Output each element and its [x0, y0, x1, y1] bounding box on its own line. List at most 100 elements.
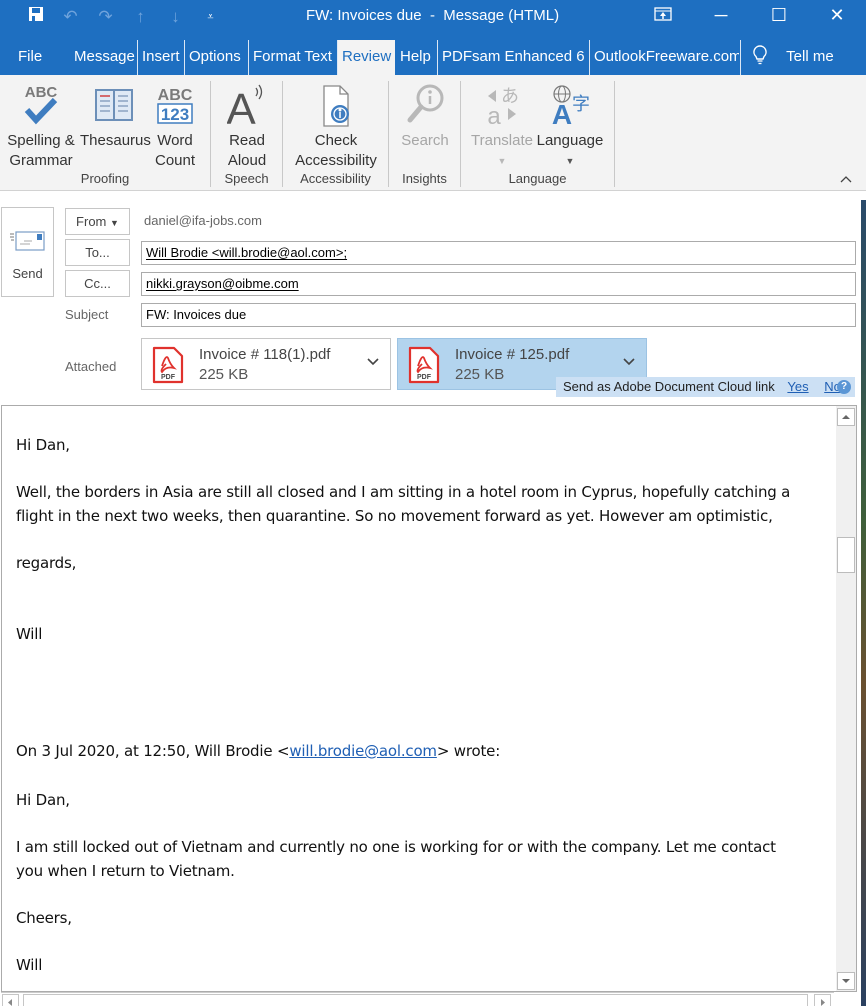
minimize-icon[interactable]: ─ — [692, 0, 750, 34]
redo-icon[interactable]: ↷ — [88, 6, 123, 28]
tab-pdfsam[interactable]: PDFsam Enhanced 6 C — [437, 40, 588, 75]
next-item-icon[interactable]: ↓ — [158, 6, 193, 28]
from-button[interactable]: From ▼ — [65, 208, 130, 235]
quote-header-prefix: On 3 Jul 2020, at 12:50, Will Brodie < — [16, 742, 290, 760]
quote-header-suffix: > wrote: — [436, 742, 501, 760]
tab-format-text[interactable]: Format Text — [248, 40, 336, 75]
from-label: From — [76, 214, 107, 229]
read-aloud-label-1: Read — [229, 132, 265, 149]
tab-help[interactable]: Help — [396, 40, 435, 75]
svg-text:あ: あ — [501, 86, 519, 107]
group-label-language: Language — [508, 171, 567, 186]
language-button[interactable]: A字 Language ▼ — [535, 79, 605, 171]
cc-button[interactable]: Cc... — [65, 270, 130, 297]
to-field[interactable]: Will Brodie <will.brodie@aol.com>; — [141, 241, 856, 265]
quote-header: On 3 Jul 2020, at 12:50, Will Brodie <wi… — [16, 742, 500, 760]
send-label: Send — [12, 266, 43, 281]
attachment-menu-chevron-icon[interactable] — [366, 357, 380, 367]
spelling-grammar-button[interactable]: ABC Spelling & Grammar — [4, 79, 78, 171]
read-aloud-button[interactable]: A Read Aloud — [220, 79, 274, 171]
ribbon-display-options-icon[interactable] — [634, 0, 692, 34]
attached-label: Attached — [65, 359, 117, 374]
cloud-yes-link[interactable]: Yes — [787, 379, 808, 394]
scroll-down-button[interactable] — [837, 972, 855, 990]
send-button[interactable]: Send — [1, 207, 54, 297]
to-button[interactable]: To... — [65, 239, 130, 266]
tab-outlookfreeware[interactable]: OutlookFreeware.com — [589, 40, 739, 75]
language-icon: A字 — [535, 79, 605, 131]
thesaurus-button[interactable]: Thesaurus — [80, 79, 151, 151]
body-line: Well, the borders in Asia are still all … — [16, 483, 791, 501]
body-line: you when I return to Vietnam. — [16, 862, 235, 880]
tab-review[interactable]: Review — [337, 40, 396, 75]
group-label-accessibility: Accessibility — [300, 171, 371, 186]
tab-separator — [740, 40, 741, 75]
spelling-label-1: Spelling & — [7, 132, 75, 149]
arrow-up-icon — [842, 415, 850, 419]
scroll-thumb[interactable] — [837, 537, 855, 573]
from-address: daniel@ifa-jobs.com — [144, 213, 262, 228]
body-line: Hi Dan, — [16, 436, 70, 454]
read-aloud-icon: A — [220, 79, 274, 131]
tab-file[interactable]: File — [14, 40, 46, 75]
group-divider — [614, 81, 615, 187]
search-button[interactable]: Search — [398, 79, 452, 151]
message-body[interactable]: Hi Dan, Well, the borders in Asia are st… — [1, 405, 857, 992]
cc-recipient[interactable]: nikki.grayson@oibme.com — [146, 276, 299, 291]
horizontal-scroll-thumb[interactable] — [23, 994, 808, 1006]
collapse-ribbon-icon[interactable] — [840, 173, 852, 185]
cc-field[interactable]: nikki.grayson@oibme.com — [141, 272, 856, 296]
tab-message[interactable]: Message — [70, 40, 139, 75]
previous-item-icon[interactable]: ↑ — [123, 6, 158, 28]
save-icon[interactable] — [18, 6, 53, 28]
send-envelope-icon — [10, 231, 45, 251]
to-recipient[interactable]: Will Brodie <will.brodie@aol.com>; — [146, 245, 347, 260]
translate-button[interactable]: あa Translate ▼ — [470, 79, 534, 171]
adobe-cloud-link-prompt: Send as Adobe Document Cloud link Yes No… — [556, 377, 855, 397]
cloud-prompt-text: Send as Adobe Document Cloud link — [563, 379, 775, 394]
quoted-email-link[interactable]: will.brodie@aol.com — [289, 742, 437, 760]
body-line: flight in the next two weeks, then quara… — [16, 507, 773, 525]
pdf-file-icon: PDF — [152, 346, 184, 384]
scroll-up-button[interactable] — [837, 408, 855, 426]
svg-text:a: a — [487, 103, 501, 128]
translate-label: Translate — [471, 132, 533, 149]
close-icon[interactable]: ✕ — [808, 0, 866, 34]
attachment-size: 225 KB — [455, 366, 505, 383]
translate-dropdown-icon: ▼ — [497, 156, 507, 166]
scroll-right-button[interactable] — [814, 994, 831, 1006]
thesaurus-label: Thesaurus — [80, 132, 151, 149]
word-count-icon: ABC 123 — [150, 79, 200, 131]
arrow-down-icon — [842, 979, 850, 983]
customize-toolbar-icon[interactable]: ⩡ — [193, 6, 228, 28]
arrow-right-icon — [821, 999, 825, 1006]
language-dropdown-icon: ▼ — [565, 156, 575, 166]
tab-options[interactable]: Options — [184, 40, 245, 75]
subject-field[interactable]: FW: Invoices due — [141, 303, 856, 327]
vertical-scrollbar[interactable] — [836, 406, 856, 991]
body-line: Hi Dan, — [16, 791, 70, 809]
attachment-item[interactable]: PDF Invoice # 118(1).pdf 225 KB — [141, 338, 391, 390]
tell-me-search[interactable]: Tell me — [752, 40, 834, 75]
translate-icon: あa — [470, 79, 534, 131]
body-line: Will — [16, 956, 43, 974]
search-label: Search — [401, 132, 449, 149]
attachment-menu-chevron-icon[interactable] — [622, 357, 636, 367]
group-label-proofing: Proofing — [80, 171, 130, 186]
check-accessibility-button[interactable]: Check Accessibility — [290, 79, 382, 171]
background-desktop-edge — [861, 200, 866, 1006]
maximize-icon[interactable]: ☐ — [750, 0, 808, 34]
body-line: regards, — [16, 554, 77, 572]
arrow-left-icon — [8, 999, 12, 1006]
svg-text:A: A — [227, 85, 256, 128]
help-icon[interactable]: ? — [837, 380, 851, 394]
word-count-button[interactable]: ABC 123 Word Count — [150, 79, 200, 171]
spelling-check-icon: ABC — [4, 79, 78, 131]
subject-label: Subject — [65, 307, 109, 322]
scroll-left-button[interactable] — [2, 994, 19, 1006]
pdf-file-icon: PDF — [408, 346, 440, 384]
tab-insert[interactable]: Insert — [137, 40, 184, 75]
horizontal-scrollbar[interactable] — [1, 992, 834, 1006]
svg-text:ABC: ABC — [158, 87, 193, 104]
undo-icon[interactable]: ↶ — [53, 6, 88, 28]
